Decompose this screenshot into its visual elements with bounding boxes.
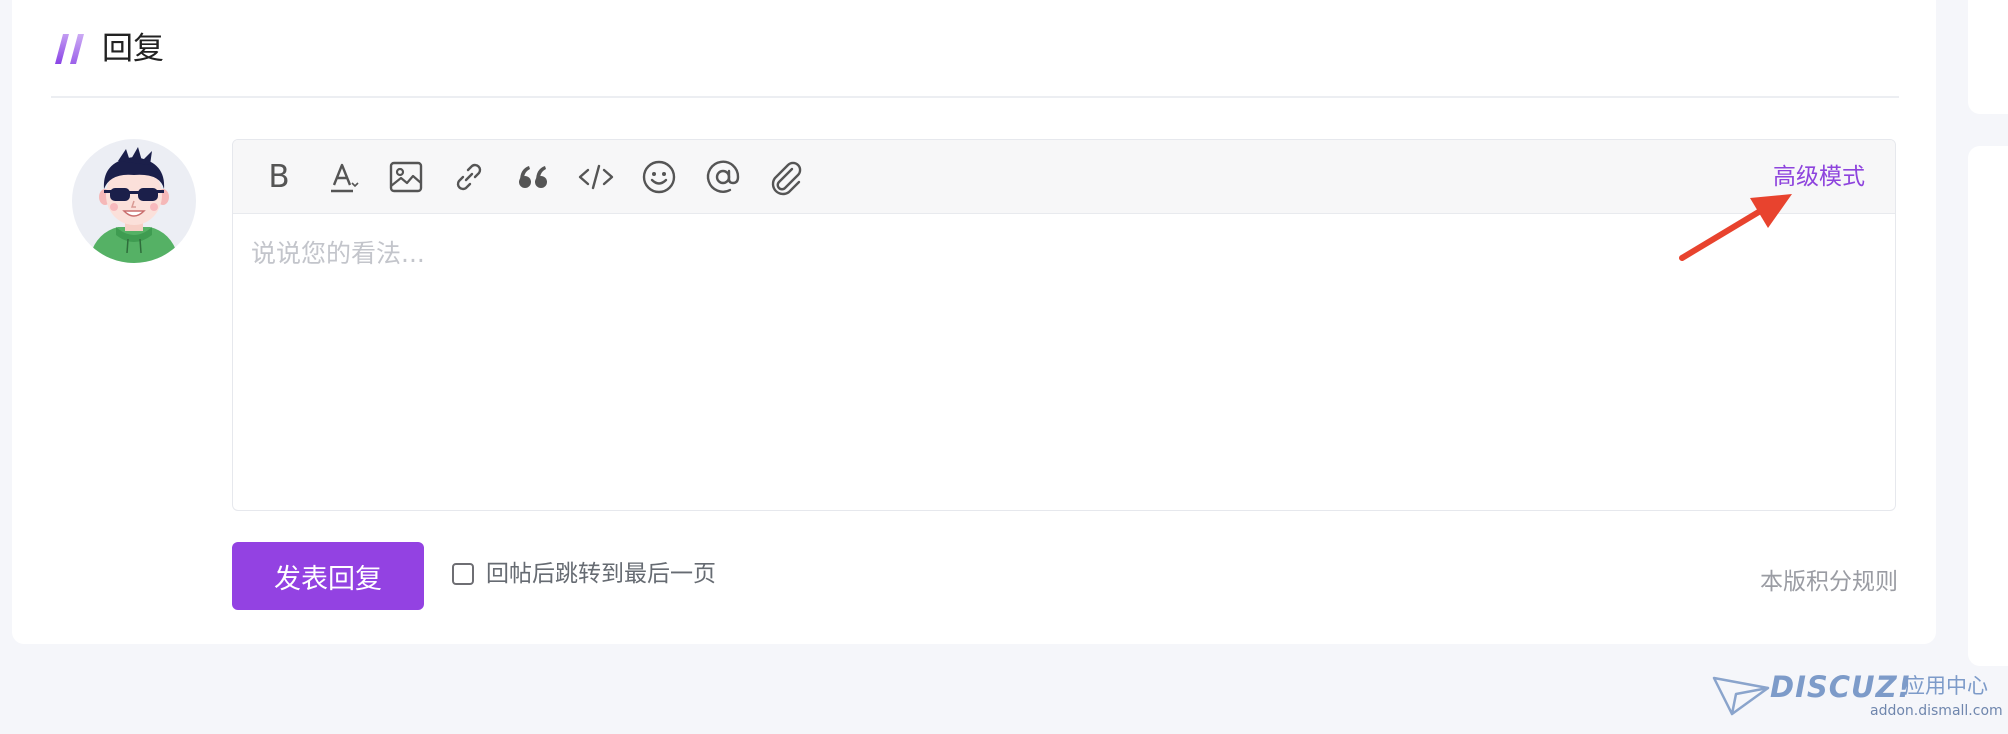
side-panel [1968,146,2008,666]
font-color-icon[interactable] [323,157,363,197]
avatar[interactable] [72,139,196,263]
jump-to-last-page-label: 回帖后跳转到最后一页 [486,561,716,587]
watermark-brand: DISCUZ! [1770,670,1912,704]
side-panel [1968,0,2008,114]
annotation-arrow-icon [1679,194,1792,261]
attachment-icon[interactable] [766,157,806,197]
credit-rules-link[interactable]: 本版积分规则 [1760,566,1898,598]
double-slash-icon [55,34,84,64]
jump-to-last-page-option[interactable]: 回帖后跳转到最后一页 [452,558,716,590]
jump-to-last-page-checkbox[interactable] [452,563,474,585]
page-title: 回复 [102,31,164,67]
watermark-subtitle: 应用中心 [1904,674,1988,698]
link-icon[interactable] [449,157,489,197]
at-mention-icon[interactable] [703,157,743,197]
reply-textarea[interactable] [233,214,1895,510]
watermark: DISCUZ! 应用中心 addon.dismall.com [1708,668,2003,728]
reply-heading: 回复 [54,26,164,72]
reply-editor: B 高级模式 说说您的看法... [232,139,1896,511]
avatar-illustration [88,147,180,263]
quote-icon[interactable] [513,157,553,197]
divider [51,96,1899,98]
code-icon[interactable] [576,157,616,197]
bold-icon[interactable]: B [259,157,299,197]
watermark-url: addon.dismall.com [1870,703,2003,719]
editor-toolbar: B 高级模式 [233,140,1895,214]
image-icon[interactable] [386,157,426,197]
submit-reply-button[interactable]: 发表回复 [232,542,424,610]
paper-plane-icon [1712,676,1770,716]
emoji-icon[interactable] [639,157,679,197]
